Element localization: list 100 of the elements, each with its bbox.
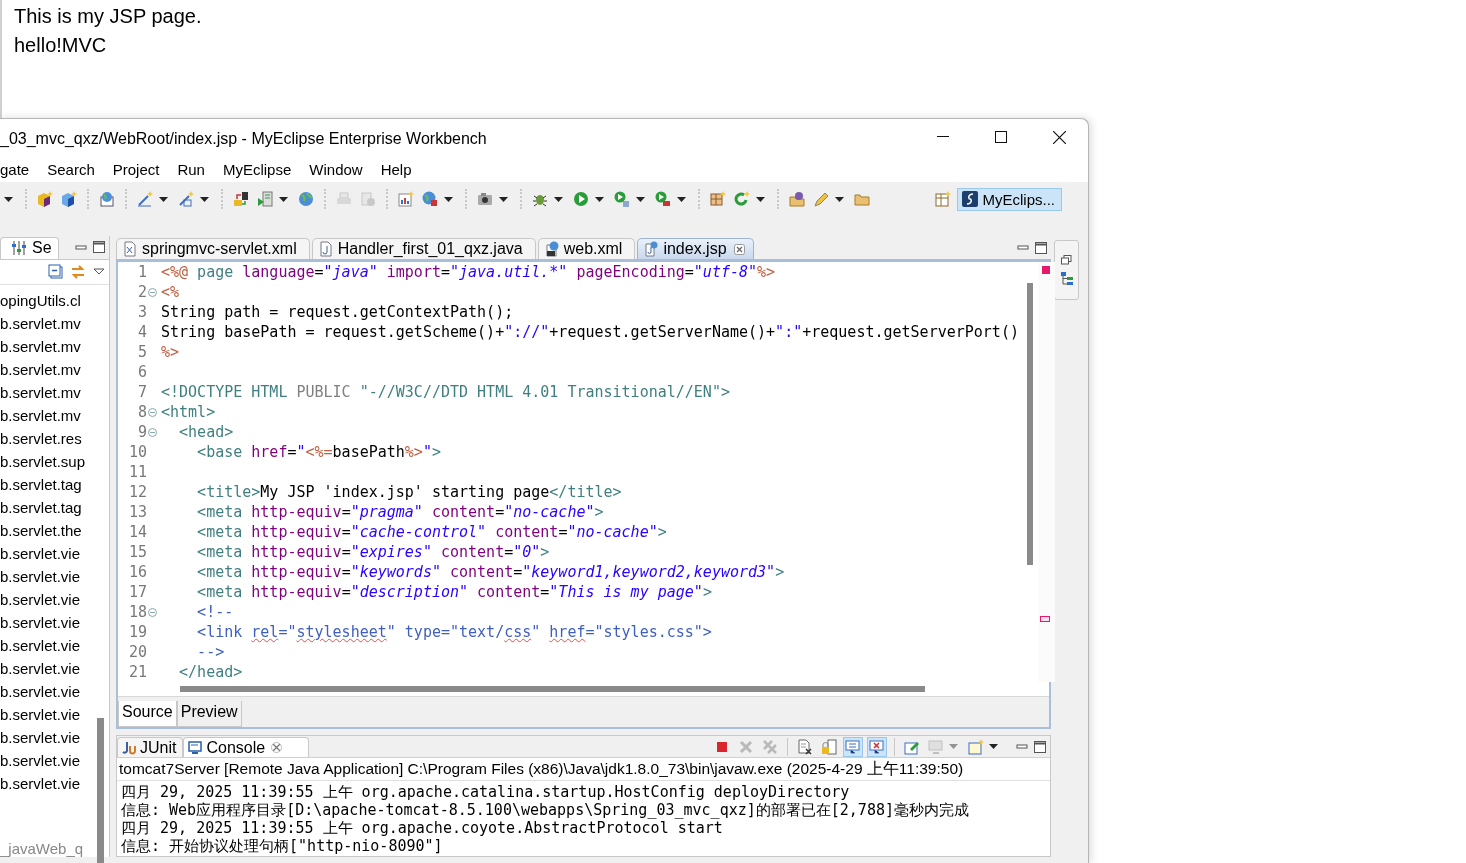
tree-item[interactable]: b.servlet.sup: [0, 449, 86, 473]
maximize-icon[interactable]: [1035, 241, 1047, 254]
caret-icon[interactable]: [677, 196, 686, 202]
tree-item[interactable]: b.servlet.mv: [0, 403, 81, 427]
wand-icon[interactable]: [137, 191, 153, 207]
folder-icon[interactable]: [854, 191, 870, 207]
tree-item[interactable]: b.servlet.vie: [0, 771, 81, 792]
folder-icon[interactable]: [789, 191, 805, 207]
tree-item[interactable]: b.servlet.vie: [0, 725, 81, 749]
view-tab[interactable]: Console: [183, 737, 310, 757]
close-icon[interactable]: [1053, 131, 1066, 144]
tree-item[interactable]: b.servlet.vie: [0, 679, 81, 703]
scrollbar[interactable]: [97, 718, 104, 863]
menu-item[interactable]: Window: [300, 160, 372, 178]
refresh-icon[interactable]: [734, 191, 750, 207]
caret-icon[interactable]: [499, 196, 508, 202]
code-line: <html>: [161, 403, 216, 421]
collapse-all-icon[interactable]: [48, 264, 63, 280]
chart-icon[interactable]: [398, 191, 414, 207]
editor-tab[interactable]: springmvc-servlet.xml: [116, 238, 310, 259]
tree-item[interactable]: b.servlet.tag: [0, 472, 82, 496]
grid-icon[interactable]: [710, 191, 726, 207]
menu-item[interactable]: Project: [103, 160, 169, 178]
camera-icon[interactable]: [477, 191, 493, 207]
warning-marker[interactable]: [1040, 616, 1050, 622]
collapse-icon[interactable]: [148, 607, 157, 617]
monitor-icon[interactable]: [845, 738, 861, 755]
globe-icon[interactable]: [422, 191, 438, 207]
console-line: 信息: Web应用程序目录[D:\apache-tomcat-8.5.100\webapps\Spring_03_mvc_qxz]的部署已在[2,788]毫秒内完成: [121, 801, 969, 819]
tree-item[interactable]: opingUtils.cl: [0, 288, 81, 312]
web-page-icon[interactable]: [99, 191, 115, 207]
caret-icon[interactable]: [200, 196, 209, 202]
error-marker[interactable]: [1042, 266, 1050, 274]
play-icon[interactable]: [614, 191, 630, 207]
link-icon[interactable]: [70, 263, 86, 280]
scrollbar[interactable]: [1027, 283, 1033, 565]
caret-icon[interactable]: [279, 196, 288, 202]
tree-item[interactable]: b.servlet.mv: [0, 380, 81, 404]
collapse-icon[interactable]: [148, 427, 157, 437]
tree-item[interactable]: b.servlet.vie: [0, 564, 81, 588]
maximize-icon[interactable]: [93, 241, 105, 254]
document-icon[interactable]: [797, 738, 813, 755]
cube-icon[interactable]: [37, 191, 53, 207]
outline-icon[interactable]: [1059, 271, 1074, 286]
table-icon[interactable]: [935, 191, 952, 207]
caret-icon[interactable]: [159, 196, 168, 202]
pen-icon[interactable]: [813, 191, 829, 207]
tree-item[interactable]: b.servlet.vie: [0, 587, 81, 611]
code-line: <%: [161, 283, 180, 301]
globe-icon[interactable]: [298, 191, 314, 207]
tree-item[interactable]: b.servlet.mv: [0, 357, 81, 381]
menu-item[interactable]: MyEclipse: [213, 160, 301, 178]
line-number: 14: [127, 522, 147, 542]
server-icon[interactable]: [233, 191, 249, 207]
monitor-icon[interactable]: [869, 738, 885, 755]
line-number: 18: [127, 602, 147, 622]
scrollbar[interactable]: [180, 686, 925, 692]
editor-tab[interactable]: Handler_first_01_qxz.java: [311, 238, 536, 259]
tree-item[interactable]: b.servlet.vie: [0, 610, 81, 634]
editor-tab[interactable]: web.xml: [537, 238, 636, 259]
tree-item[interactable]: b.servlet.vie: [0, 748, 81, 772]
caret-icon[interactable]: [554, 196, 563, 202]
tree-item[interactable]: b.servlet.vie: [0, 702, 81, 726]
menu-item[interactable]: Search: [38, 160, 104, 178]
caret-icon[interactable]: [4, 196, 13, 202]
caret-icon[interactable]: [989, 744, 998, 749]
caret-icon[interactable]: [835, 196, 844, 202]
menu-item[interactable]: gate: [0, 160, 39, 178]
view-menu-icon[interactable]: [93, 268, 105, 276]
caret-icon[interactable]: [756, 196, 765, 202]
play-icon[interactable]: [655, 191, 671, 207]
menu-item[interactable]: Run: [168, 160, 214, 178]
tree-item[interactable]: b.servlet.mv: [0, 334, 81, 358]
lock-icon[interactable]: [821, 738, 837, 755]
perspective-button[interactable]: MyEclips...: [957, 187, 1062, 211]
play-icon[interactable]: [573, 191, 589, 207]
caret-icon[interactable]: [636, 196, 645, 202]
collapse-icon[interactable]: [148, 407, 157, 417]
wand-icon[interactable]: [178, 191, 194, 207]
tree-item[interactable]: b.servlet.res: [0, 426, 82, 450]
collapse-icon[interactable]: [148, 287, 157, 297]
editor-mode-tab[interactable]: Preview: [176, 701, 242, 727]
editor-tab[interactable]: index.jsp: [637, 238, 754, 259]
tree-item[interactable]: b.servlet.the: [0, 518, 82, 542]
line-number: 20: [127, 642, 147, 662]
tree-item[interactable]: b.servlet.vie: [0, 541, 81, 565]
tree-item[interactable]: b.servlet.vie: [0, 633, 81, 657]
tree-item[interactable]: b.servlet.tag: [0, 495, 82, 519]
tree-item[interactable]: b.servlet.vie: [0, 656, 81, 680]
maximize-icon[interactable]: [1034, 740, 1046, 753]
panel-tab[interactable]: Se: [0, 236, 59, 259]
tree-item[interactable]: b.servlet.mv: [0, 311, 81, 335]
caret-icon[interactable]: [444, 196, 453, 202]
cube-icon[interactable]: [61, 191, 77, 207]
maximize-icon[interactable]: [995, 131, 1007, 143]
caret-icon[interactable]: [595, 196, 604, 202]
editor-mode-tab[interactable]: Source: [118, 701, 177, 727]
menu-item[interactable]: Help: [371, 160, 421, 178]
restore-icon[interactable]: [1061, 255, 1072, 265]
view-tab[interactable]: JUnit: [117, 737, 184, 757]
